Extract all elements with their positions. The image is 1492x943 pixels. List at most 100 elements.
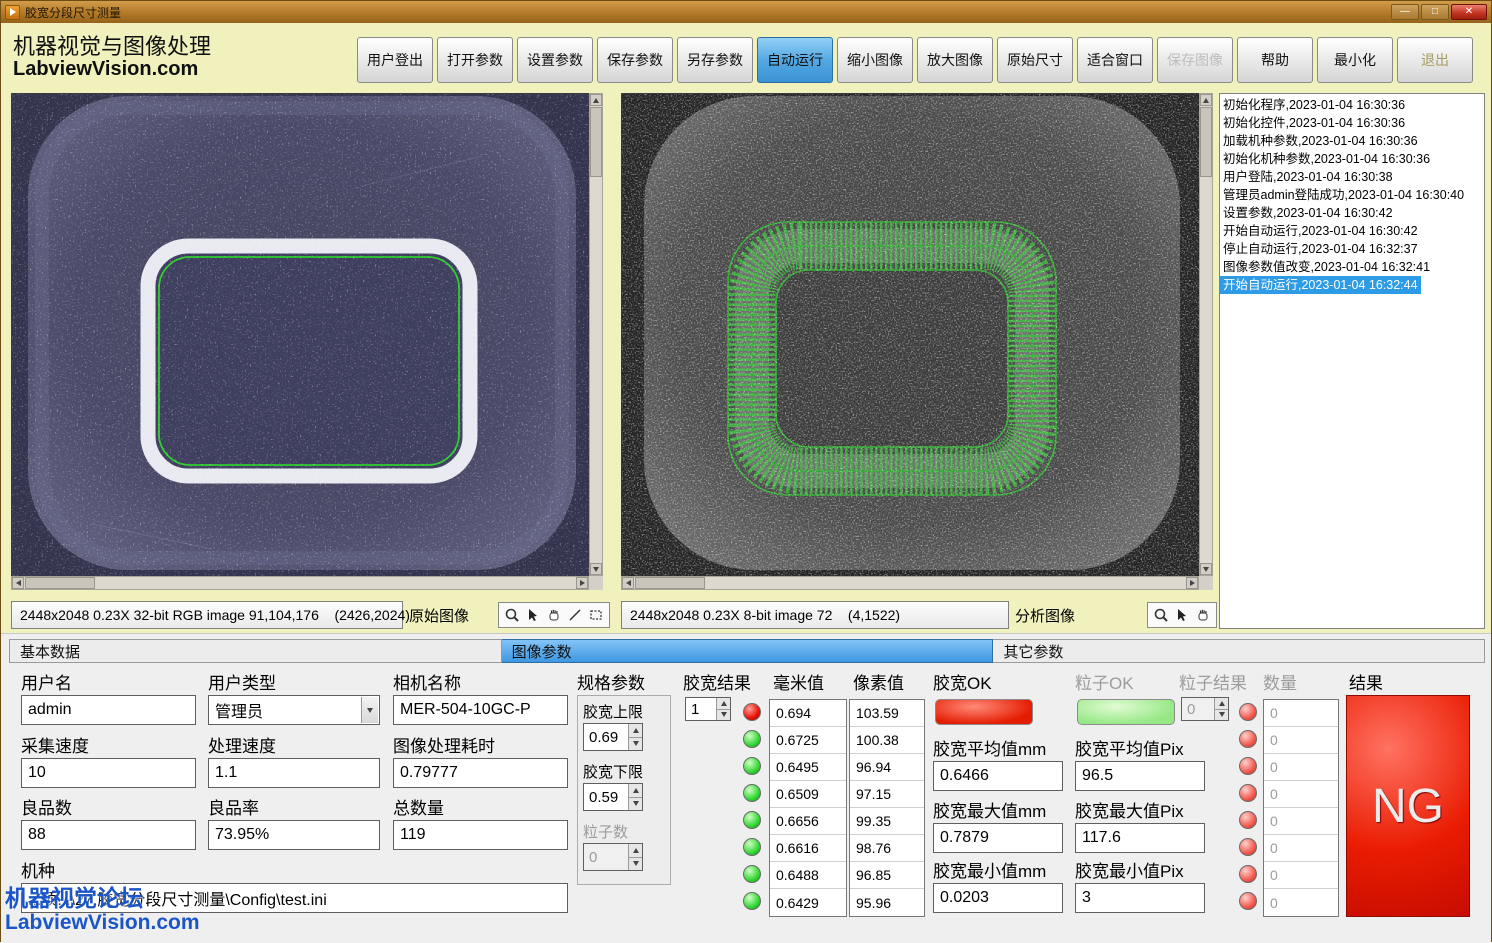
minimize-app-button[interactable]: 最小化 (1317, 37, 1393, 83)
result-led (743, 892, 761, 910)
px-value-cell: 98.76 (850, 835, 924, 862)
glue-ok-label: 胶宽OK (933, 669, 992, 694)
pan-hand-icon[interactable] (1194, 606, 1212, 624)
stepper-down-icon[interactable] (629, 737, 642, 751)
original-image-hscrollbar[interactable] (11, 576, 589, 590)
minimize-window-button[interactable]: — (1391, 4, 1419, 20)
auto-run-button[interactable]: 自动运行 (757, 37, 833, 83)
scroll-up-icon[interactable] (1200, 94, 1212, 106)
mm-value-cell: 0.6495 (770, 754, 846, 781)
particle-led (1239, 811, 1257, 829)
glue-lower-limit-stepper[interactable]: 0.59 (583, 783, 643, 811)
log-entry[interactable]: 初始化程序,2023-01-04 16:30:36 (1220, 96, 1484, 114)
window-title: 胶宽分段尺寸测量 (25, 4, 121, 21)
username-field[interactable]: admin (21, 695, 196, 725)
app-icon (5, 5, 20, 20)
analysis-image-hscrollbar[interactable] (621, 576, 1199, 590)
log-entry[interactable]: 停止自动运行,2023-01-04 16:32:37 (1220, 240, 1484, 258)
zoom-out-image-button[interactable]: 缩小图像 (837, 37, 913, 83)
log-entry[interactable]: 设置参数,2023-01-04 16:30:42 (1220, 204, 1484, 222)
log-entry[interactable]: 初始化机种参数,2023-01-04 16:30:36 (1220, 150, 1484, 168)
particle-led (1239, 892, 1257, 910)
original-image-vscrollbar[interactable] (589, 93, 603, 576)
scroll-left-icon[interactable] (12, 577, 24, 589)
particle-count-stepper: 0 (1181, 697, 1229, 721)
logout-button[interactable]: 用户登出 (357, 37, 433, 83)
log-entry[interactable]: 初始化控件,2023-01-04 16:30:36 (1220, 114, 1484, 132)
scroll-left-icon[interactable] (622, 577, 634, 589)
usertype-value: 管理员 (215, 698, 263, 722)
mm-value-cell: 0.6616 (770, 835, 846, 862)
usertype-dropdown[interactable]: 管理员 (208, 695, 380, 725)
analysis-image[interactable] (621, 93, 1199, 576)
tab-basic-data[interactable]: 基本数据 (9, 639, 502, 663)
cursor-icon[interactable] (1173, 606, 1191, 624)
log-entry[interactable]: 管理员admin登陆成功,2023-01-04 16:30:40 (1220, 186, 1484, 204)
log-entry[interactable]: 用户登陆,2023-01-04 16:30:38 (1220, 168, 1484, 186)
px-value-cell: 97.15 (850, 781, 924, 808)
total-count-field: 119 (393, 820, 568, 850)
save-as-params-button[interactable]: 另存参数 (677, 37, 753, 83)
scroll-down-icon[interactable] (1200, 563, 1212, 575)
exit-button[interactable]: 退出 (1397, 37, 1473, 83)
process-time-label: 图像处理耗时 (393, 732, 495, 757)
camera-name-field[interactable]: MER-504-10GC-P (393, 695, 568, 725)
save-image-button[interactable]: 保存图像 (1157, 37, 1233, 83)
vscroll-thumb[interactable] (1200, 107, 1212, 177)
px-value-cell: 99.35 (850, 808, 924, 835)
stepper-up-icon[interactable] (629, 724, 642, 737)
tab-other-params[interactable]: 其它参数 (993, 639, 1485, 663)
original-image[interactable] (11, 93, 589, 576)
tab-image-params[interactable]: 图像参数 (502, 639, 994, 663)
zoom-icon[interactable] (1152, 606, 1170, 624)
stepper-down-icon[interactable] (629, 797, 642, 811)
zoom-icon[interactable] (503, 606, 521, 624)
fit-window-button[interactable]: 适合窗口 (1077, 37, 1153, 83)
stepper-up-icon[interactable] (717, 698, 730, 709)
glue-upper-limit-stepper[interactable]: 0.69 (583, 723, 643, 751)
log-entry[interactable]: 图像参数值改变,2023-01-04 16:32:41 (1220, 258, 1484, 276)
pan-hand-icon[interactable] (545, 606, 563, 624)
log-entry[interactable]: 加载机种参数,2023-01-04 16:30:36 (1220, 132, 1484, 150)
titlebar: 胶宽分段尺寸测量 — □ ✕ (1, 1, 1491, 23)
log-entry-selected[interactable]: 开始自动运行,2023-01-04 16:32:44 (1220, 276, 1421, 294)
cursor-icon[interactable] (524, 606, 542, 624)
original-size-button[interactable]: 原始尺寸 (997, 37, 1073, 83)
username-label: 用户名 (21, 669, 72, 694)
maximize-window-button[interactable]: □ (1421, 4, 1449, 20)
stepper-down-icon[interactable] (717, 709, 730, 721)
stepper-up-icon (1215, 698, 1228, 709)
result-led (743, 730, 761, 748)
set-params-button[interactable]: 设置参数 (517, 37, 593, 83)
px-column-header: 像素值 (853, 669, 904, 694)
scroll-down-icon[interactable] (590, 563, 602, 575)
line-tool-icon[interactable] (566, 606, 584, 624)
result-index-stepper[interactable]: 1 (685, 697, 731, 721)
min-mm-field: 0.0203 (933, 883, 1063, 913)
window-controls: — □ ✕ (1391, 4, 1487, 20)
scroll-up-icon[interactable] (590, 94, 602, 106)
zoom-in-image-button[interactable]: 放大图像 (917, 37, 993, 83)
scroll-right-icon[interactable] (576, 577, 588, 589)
particle-value-cell: 0 (1264, 835, 1338, 862)
roi-tool-icon[interactable] (587, 606, 605, 624)
help-button[interactable]: 帮助 (1237, 37, 1313, 83)
open-params-button[interactable]: 打开参数 (437, 37, 513, 83)
particle-count-limit-label: 粒子数 (583, 821, 628, 842)
capture-speed-field[interactable]: 10 (21, 758, 196, 788)
scroll-right-icon[interactable] (1186, 577, 1198, 589)
final-result-label: 结果 (1349, 669, 1383, 694)
hscroll-thumb[interactable] (25, 577, 95, 589)
dropdown-arrow-icon[interactable] (361, 697, 378, 723)
scrollbar-corner (589, 576, 603, 590)
save-params-button[interactable]: 保存参数 (597, 37, 673, 83)
vscroll-thumb[interactable] (590, 107, 602, 177)
mm-value-list: 0.694 0.6725 0.6495 0.6509 0.6656 0.6616… (769, 699, 847, 917)
close-window-button[interactable]: ✕ (1451, 4, 1487, 20)
analysis-image-vscrollbar[interactable] (1199, 93, 1213, 576)
stepper-up-icon[interactable] (629, 784, 642, 797)
hscroll-thumb[interactable] (635, 577, 705, 589)
particle-led (1239, 784, 1257, 802)
log-entry[interactable]: 开始自动运行,2023-01-04 16:30:42 (1220, 222, 1484, 240)
log-list[interactable]: 初始化程序,2023-01-04 16:30:36 初始化控件,2023-01-… (1219, 93, 1485, 629)
